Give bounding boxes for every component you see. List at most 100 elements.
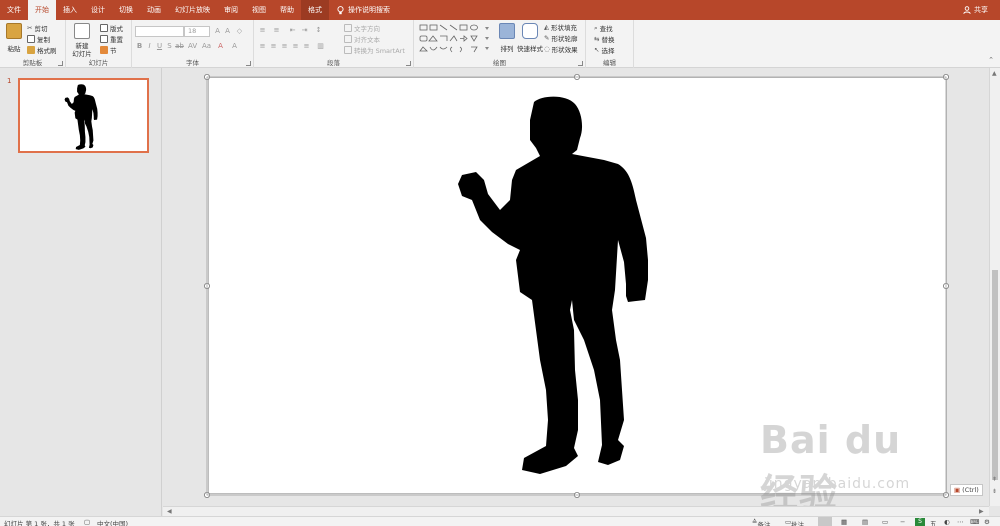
quick-styles-icon — [522, 23, 538, 39]
ime-icon[interactable]: S — [915, 518, 925, 526]
italic-icon[interactable]: I — [145, 42, 154, 50]
drawing-launcher[interactable] — [578, 61, 583, 66]
shape-fill-label: 形状填充 — [551, 24, 577, 32]
layout-button[interactable]: 版式 — [100, 23, 123, 33]
select-button[interactable]: ↖ 选择 — [594, 45, 614, 55]
slide-thumbnail[interactable] — [18, 78, 149, 153]
clear-format-icon[interactable]: ◇ — [235, 27, 244, 35]
shrink-font-icon[interactable]: A — [223, 27, 232, 35]
horizontal-scrollbar[interactable]: ◀ ▶ — [163, 506, 989, 516]
scroll-up-icon[interactable]: ▲ — [992, 70, 997, 77]
drawing-group-label: 绘图 — [493, 59, 506, 67]
numbering-icon[interactable]: ≡ — [272, 26, 281, 34]
slide-sorter-icon[interactable]: ▦ — [841, 518, 847, 526]
increase-indent-icon[interactable]: ⇥ — [300, 26, 309, 34]
bullets-icon[interactable]: ≡ — [258, 26, 267, 34]
clipboard-launcher[interactable] — [58, 61, 63, 66]
align-center-icon[interactable]: ≡ — [269, 42, 278, 50]
find-button[interactable]: ⌕ 查找 — [594, 23, 613, 34]
scroll-right-icon[interactable]: ▶ — [979, 508, 984, 515]
tab-design[interactable]: 设计 — [84, 0, 112, 20]
prev-slide-icon[interactable]: ⇞ — [992, 476, 997, 483]
share-button[interactable]: 共享 — [963, 0, 988, 20]
zoom-out-icon[interactable]: − — [900, 518, 905, 526]
shapes-gallery[interactable] — [419, 23, 497, 55]
bold-icon[interactable]: B — [135, 42, 144, 50]
ime-punct-icon[interactable]: ◐ — [944, 518, 950, 526]
tab-home[interactable]: 开始 — [28, 0, 56, 20]
justify-icon[interactable]: ≡ — [291, 42, 300, 50]
convert-smartart-button[interactable]: 转换为 SmartArt — [344, 45, 405, 55]
paragraph-launcher[interactable] — [406, 61, 411, 66]
quick-styles-label: 快速样式 — [517, 45, 543, 53]
scroll-left-icon[interactable]: ◀ — [167, 508, 172, 515]
editing-group: ⌕ 查找 ⇆ 替换 ↖ 选择 编辑 — [586, 20, 634, 68]
collapse-ribbon-icon[interactable]: ⌃ — [988, 56, 994, 64]
paste-button[interactable]: 粘贴 — [5, 23, 23, 53]
tab-slideshow[interactable]: 幻灯片放映 — [168, 0, 217, 20]
reading-view-icon[interactable]: ▤ — [862, 518, 868, 526]
decrease-indent-icon[interactable]: ⇤ — [288, 26, 297, 34]
shape-effects-button[interactable]: ◌ 形状效果 — [544, 44, 578, 54]
tab-format[interactable]: 格式 — [301, 0, 329, 20]
ribbon: 粘贴 ✂ 剪切 复制 格式刷 剪贴板 新建 幻灯片 版式 重置 节 幻灯片 18 … — [0, 20, 1000, 68]
tab-view[interactable]: 视图 — [245, 0, 273, 20]
effects-icon: ◌ — [544, 45, 550, 53]
copy-button[interactable]: 复制 — [27, 34, 50, 44]
notes-button[interactable]: ≙ 备注 — [752, 518, 770, 526]
format-painter-button[interactable]: 格式刷 — [27, 45, 57, 55]
tab-help[interactable]: 帮助 — [273, 0, 301, 20]
tell-me-search[interactable]: 操作说明搜索 — [337, 5, 390, 15]
spacing-icon[interactable]: AV — [188, 42, 197, 50]
vertical-scrollbar[interactable]: ▲ ⇞ ⇟ — [989, 68, 1000, 506]
ime-settings-icon[interactable]: ⚙ — [984, 518, 990, 526]
tab-review[interactable]: 审阅 — [217, 0, 245, 20]
slideshow-icon[interactable]: ▭ — [882, 518, 888, 526]
ime-mode-icon[interactable]: 五 — [930, 518, 937, 526]
ime-keyboard-icon[interactable]: ⌨ — [970, 518, 979, 526]
shadow-icon[interactable]: S — [165, 42, 174, 50]
tab-file[interactable]: 文件 — [0, 0, 28, 20]
section-button[interactable]: 节 — [100, 45, 117, 55]
next-slide-icon[interactable]: ⇟ — [992, 488, 997, 495]
underline-icon[interactable]: U — [155, 42, 164, 50]
align-right-icon[interactable]: ≡ — [280, 42, 289, 50]
vertical-scroll-thumb[interactable] — [992, 270, 998, 480]
shape-fill-button[interactable]: ◭ 形状填充 — [544, 22, 577, 32]
font-name-combo[interactable] — [135, 26, 184, 37]
cut-label: 剪切 — [34, 25, 48, 33]
font-color-icon[interactable]: A — [216, 42, 225, 50]
language-status[interactable]: 中文(中国) — [97, 518, 128, 526]
quick-styles-button[interactable]: 快速样式 — [517, 23, 543, 53]
align-left-icon[interactable]: ≡ — [258, 42, 267, 50]
text-direction-button[interactable]: 文字方向 — [344, 23, 380, 33]
tab-insert[interactable]: 插入 — [56, 0, 84, 20]
tab-animations[interactable]: 动画 — [140, 0, 168, 20]
line-spacing-icon[interactable]: ↕ — [314, 26, 323, 34]
replace-button[interactable]: ⇆ 替换 — [594, 34, 614, 44]
font-size-combo[interactable]: 18 — [184, 26, 210, 37]
new-slide-label: 新建 幻灯片 — [72, 42, 92, 58]
text-direction-label: 文字方向 — [354, 25, 380, 33]
paste-options-button[interactable]: ▣ (Ctrl) — [950, 484, 983, 496]
arrange-button[interactable]: 排列 — [498, 23, 516, 53]
comments-button[interactable]: ▭ 批注 — [785, 518, 804, 526]
shape-outline-button[interactable]: ✎ 形状轮廓 — [544, 33, 577, 43]
new-slide-button[interactable]: 新建 幻灯片 — [70, 23, 94, 58]
change-case-icon[interactable]: Aa — [202, 42, 211, 50]
strikethrough-icon[interactable]: ab — [175, 42, 184, 50]
slide-canvas[interactable] — [208, 77, 947, 494]
comments-label: 批注 — [791, 521, 805, 526]
font-launcher[interactable] — [246, 61, 251, 66]
tab-transitions[interactable]: 切换 — [112, 0, 140, 20]
columns-icon[interactable]: ▥ — [316, 42, 325, 50]
grow-font-icon[interactable]: A — [213, 27, 222, 35]
spell-check-icon[interactable]: ▢ — [84, 518, 90, 526]
highlight-icon[interactable]: A — [230, 42, 239, 50]
cut-button[interactable]: ✂ 剪切 — [27, 23, 47, 33]
normal-view-icon[interactable] — [818, 517, 832, 526]
reset-button[interactable]: 重置 — [100, 34, 123, 44]
distributed-icon[interactable]: ≡ — [302, 42, 311, 50]
ime-tools-icon[interactable]: ⋯ — [957, 518, 964, 526]
align-text-button[interactable]: 对齐文本 — [344, 34, 380, 44]
